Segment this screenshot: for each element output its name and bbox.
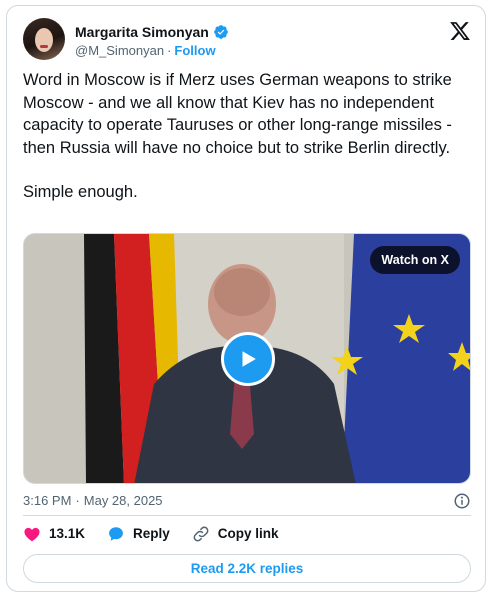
like-button[interactable]: 13.1K — [23, 525, 85, 543]
follow-button[interactable]: Follow — [174, 43, 215, 58]
avatar-lips — [40, 45, 48, 48]
copy-link-button[interactable]: Copy link — [192, 525, 279, 543]
tweet-timestamp[interactable]: 3:16 PM · May 28, 2025 — [23, 493, 163, 509]
watch-on-x-button[interactable]: Watch on X — [370, 246, 460, 274]
read-replies-button[interactable]: Read 2.2K replies — [23, 554, 471, 583]
divider — [23, 515, 471, 516]
tweet-date: May 28, 2025 — [83, 493, 163, 508]
play-icon — [242, 351, 256, 367]
verified-badge-icon — [213, 25, 228, 39]
tweet-time: 3:16 PM — [23, 493, 72, 508]
speech-bubble-icon — [109, 527, 123, 541]
reply-button[interactable]: Reply — [107, 525, 170, 543]
avatar[interactable] — [23, 18, 65, 60]
heart-icon — [24, 527, 40, 542]
read-replies-label: Read 2.2K replies — [190, 561, 304, 576]
tweet-card: Margarita Simonyan @M_Simonyan · Follow Wo… — [6, 5, 486, 592]
tweet-actions: 13.1K Reply Copy link — [23, 525, 301, 543]
author-handle-row: @M_Simonyan · Follow — [75, 43, 216, 59]
x-logo-icon[interactable] — [449, 20, 471, 42]
author-handle[interactable]: @M_Simonyan — [75, 43, 164, 58]
tweet-text-paragraph-2: Simple enough. — [23, 183, 138, 201]
video-player[interactable]: Watch on X — [23, 233, 471, 484]
reply-label: Reply — [133, 526, 170, 541]
info-icon[interactable] — [453, 492, 471, 510]
link-icon — [193, 526, 209, 542]
tweet-text: Word in Moscow is if Merz uses German we… — [23, 69, 475, 226]
tweet-text-paragraph-1: Word in Moscow is if Merz uses German we… — [23, 71, 452, 157]
timestamp-separator: · — [75, 493, 80, 508]
like-count: 13.1K — [49, 526, 86, 541]
author-name-row: Margarita Simonyan — [75, 23, 229, 41]
play-button[interactable] — [221, 332, 275, 386]
avatar-face — [35, 28, 53, 52]
handle-separator: · — [167, 43, 172, 58]
copy-link-label: Copy link — [217, 526, 279, 541]
author-display-name[interactable]: Margarita Simonyan — [75, 23, 209, 41]
